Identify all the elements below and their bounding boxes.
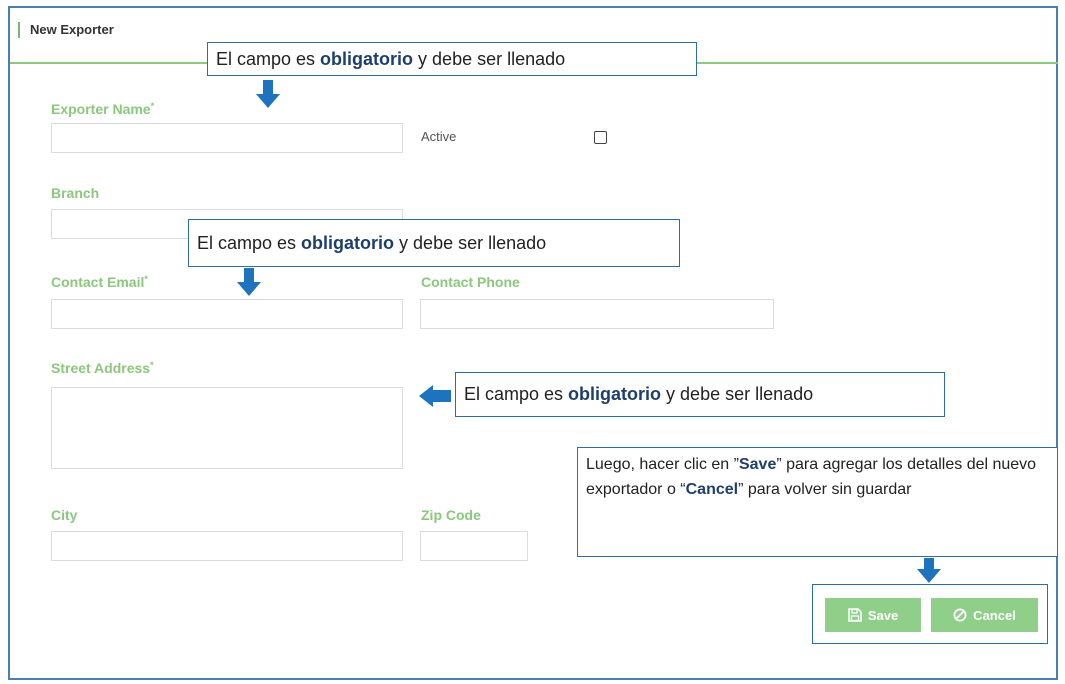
arrow-down-icon [917, 558, 941, 583]
branch-label: Branch [51, 185, 100, 201]
required-callout-street-address: El campo es obligatorio y debe ser llena… [455, 372, 945, 417]
zip-code-input[interactable] [420, 531, 528, 561]
arrow-down-icon [237, 268, 261, 296]
city-label: City [51, 507, 78, 523]
required-callout-contact-email: El campo es obligatorio y debe ser llena… [188, 219, 680, 267]
header-accent [18, 22, 20, 38]
save-button[interactable]: Save [825, 598, 921, 632]
exporter-name-label-text: Exporter Name [51, 101, 151, 117]
street-address-label: Street Address* [51, 360, 154, 376]
active-label: Active [421, 129, 457, 144]
callout-text: y debe ser llenado [661, 384, 814, 404]
street-address-label-text: Street Address [51, 360, 151, 376]
callout-text: El campo es [216, 48, 321, 69]
arrow-left-icon [419, 385, 451, 407]
callout-bold: obligatorio [301, 232, 395, 253]
ban-icon [953, 608, 967, 622]
required-callout-exporter-name: El campo es obligatorio y debe ser llena… [207, 42, 697, 76]
exporter-name-input[interactable] [51, 123, 403, 153]
save-cancel-callout: Luego, hacer clic en ”Save” para agregar… [577, 447, 1058, 557]
active-checkbox[interactable] [594, 131, 607, 144]
contact-email-input[interactable] [51, 299, 403, 329]
contact-email-label-text: Contact Email [51, 274, 145, 290]
exporter-name-label: Exporter Name* [51, 101, 154, 117]
cancel-button[interactable]: Cancel [931, 598, 1038, 632]
callout-bold: obligatorio [568, 384, 662, 404]
contact-phone-label: Contact Phone [421, 274, 520, 290]
callout-bold: Save [738, 456, 777, 473]
zip-code-label: Zip Code [421, 507, 481, 523]
contact-phone-input[interactable] [420, 299, 774, 329]
required-mark: * [150, 360, 154, 370]
callout-bold: obligatorio [320, 48, 414, 69]
callout-bold: Cancel [685, 481, 739, 498]
contact-email-label: Contact Email* [51, 274, 148, 290]
cancel-button-label: Cancel [973, 607, 1016, 623]
callout-text: El campo es [197, 232, 302, 253]
callout-text: El campo es [464, 384, 569, 404]
callout-text: y debe ser llenado [394, 232, 547, 253]
save-button-label: Save [867, 607, 899, 623]
required-mark: * [150, 101, 155, 111]
page-title: New Exporter [30, 22, 114, 37]
arrow-down-icon [256, 80, 280, 108]
callout-text: Luego, hacer clic en ” [586, 456, 739, 473]
callout-text: ” para volver sin guardar [738, 481, 912, 498]
street-address-input[interactable] [51, 387, 403, 469]
required-mark: * [144, 274, 148, 284]
city-input[interactable] [51, 531, 403, 561]
floppy-disk-icon [848, 608, 862, 622]
form-frame [8, 6, 1058, 680]
callout-text: y debe ser llenado [413, 48, 566, 69]
